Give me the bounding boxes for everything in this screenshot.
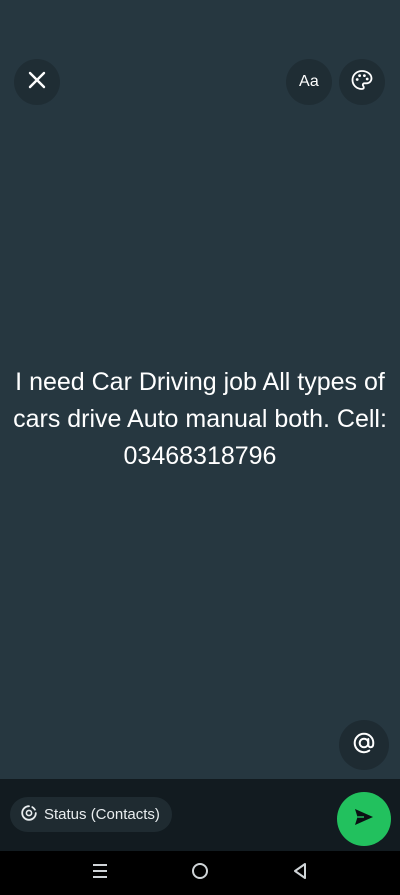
back-icon [290,861,310,886]
system-nav-bar [0,851,400,895]
palette-icon [350,68,374,97]
status-text[interactable]: I need Car Driving job All types of cars… [12,364,388,475]
status-editor[interactable]: Aa I need Car Driving job All types of c… [0,0,400,779]
close-button[interactable] [14,59,60,105]
close-icon [27,70,47,95]
bottom-bar: Status (Contacts) [0,779,400,851]
at-icon [351,730,377,761]
home-icon [190,861,210,886]
status-composer-screen: Aa I need Car Driving job All types of c… [0,0,400,895]
mention-button[interactable] [339,720,389,770]
status-audience-label: Status (Contacts) [44,806,160,823]
recents-button[interactable] [88,861,112,885]
home-button[interactable] [188,861,212,885]
send-icon [352,805,376,834]
status-icon [20,804,38,826]
status-audience-selector[interactable]: Status (Contacts) [10,797,172,832]
font-style-label: Aa [299,73,319,90]
recents-icon [90,861,110,886]
font-style-button[interactable]: Aa [286,59,332,105]
back-button[interactable] [288,861,312,885]
color-palette-button[interactable] [339,59,385,105]
send-button[interactable] [337,792,391,846]
